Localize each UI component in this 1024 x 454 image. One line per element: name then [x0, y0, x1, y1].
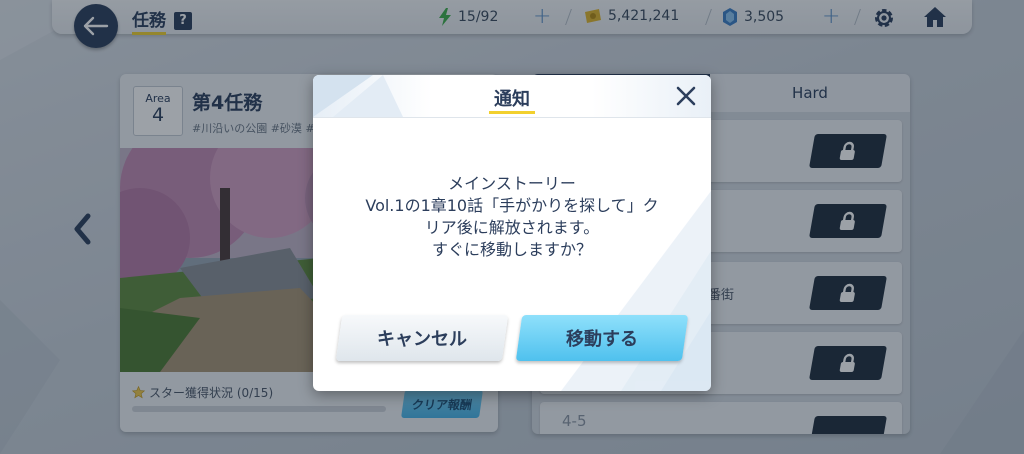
close-icon: [676, 86, 696, 106]
dialog-title: 通知: [494, 89, 530, 110]
message-line: すぐに移動しますか？: [431, 240, 592, 259]
move-label: 移動する: [566, 329, 638, 350]
message-line: リア後に解放されます。: [424, 218, 600, 237]
dialog-header: 通知: [313, 75, 711, 118]
message-line: メインストーリー: [448, 174, 576, 193]
cancel-label: キャンセル: [377, 329, 467, 350]
notice-dialog: 通知 メインストーリー Vol.1の1章10話「手がかりを探して」ク リア後に解…: [313, 75, 711, 391]
dialog-message: メインストーリー Vol.1の1章10話「手がかりを探して」ク リア後に解放され…: [313, 173, 711, 261]
cancel-button[interactable]: キャンセル: [335, 315, 509, 361]
message-line: Vol.1の1章10話「手がかりを探して」ク: [365, 196, 659, 215]
move-button[interactable]: 移動する: [515, 315, 689, 361]
close-button[interactable]: [673, 83, 699, 109]
title-underline: [489, 111, 535, 114]
